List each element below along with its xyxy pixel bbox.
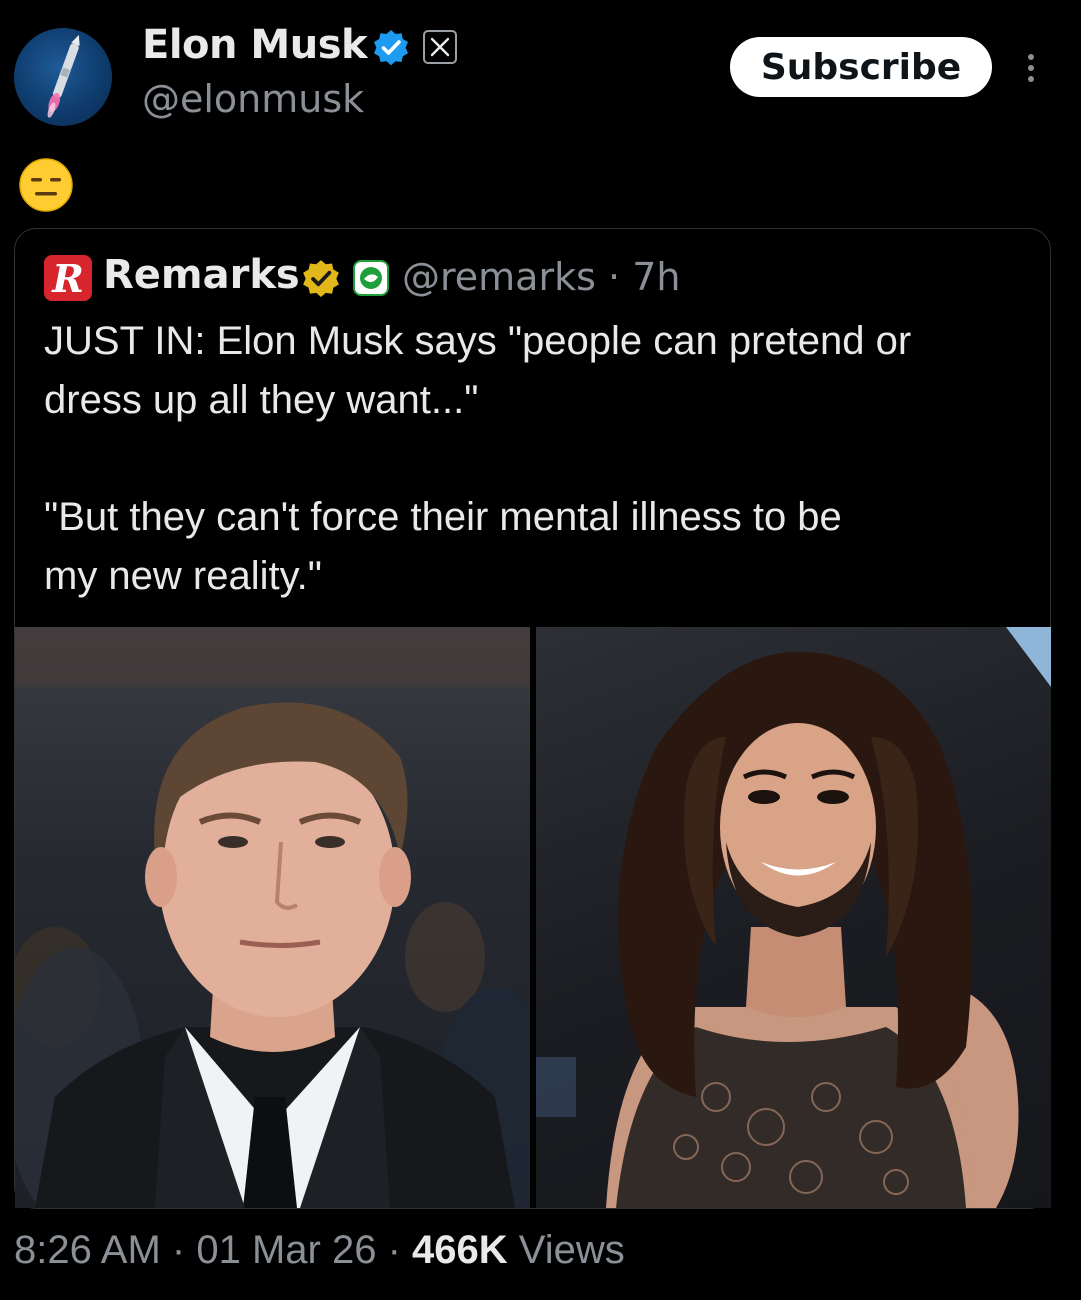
post-time[interactable]: 8:26 AM	[14, 1228, 161, 1272]
photo-man-in-suit[interactable]	[15, 627, 530, 1208]
x-affiliation-icon[interactable]	[423, 30, 457, 64]
x-logo-icon	[430, 37, 450, 57]
author-avatar[interactable]	[14, 28, 112, 126]
more-options-icon[interactable]	[1016, 48, 1046, 88]
quoted-text-line: dress up all they want..."	[44, 378, 479, 422]
quoted-time: 7h	[632, 255, 681, 299]
affiliation-badge-icon[interactable]	[353, 260, 389, 296]
quoted-text-line: JUST IN: Elon Musk says "people can pret…	[44, 319, 912, 363]
man-in-suit-illustration	[15, 627, 530, 1208]
long-hair-bearded-person-illustration	[536, 627, 1051, 1208]
quoted-author-name[interactable]: Remarks	[103, 252, 300, 298]
verified-badge-icon	[374, 30, 408, 66]
subscribe-button[interactable]: Subscribe	[730, 37, 992, 97]
quoted-text-line: "But they can't force their mental illne…	[44, 495, 842, 539]
views-label: Views	[518, 1228, 625, 1272]
author-name[interactable]: Elon Musk	[142, 22, 368, 68]
quoted-handle: @remarks	[402, 255, 596, 299]
post-date[interactable]: 01 Mar 26	[196, 1228, 376, 1272]
gold-verified-badge-icon	[303, 260, 339, 298]
quoted-text-line: my new reality."	[44, 554, 322, 598]
post-meta: 8:26 AM · 01 Mar 26 · 466K Views	[14, 1228, 625, 1273]
affiliate-logo-icon	[360, 267, 382, 289]
expressionless-face-emoji	[19, 158, 73, 212]
photo-person-with-long-hair-and-beard[interactable]	[536, 627, 1051, 1208]
remarks-logo-icon[interactable]: R	[44, 255, 92, 301]
views-count[interactable]: 466K	[412, 1228, 508, 1272]
meta-separator: ·	[608, 255, 621, 299]
author-handle[interactable]: @elonmusk	[142, 77, 364, 121]
rocket-avatar-art	[47, 34, 80, 118]
meta-separator: ·	[171, 1228, 186, 1272]
quoted-handle-time[interactable]: @remarks · 7h	[402, 255, 680, 299]
meta-separator: ·	[387, 1228, 401, 1272]
